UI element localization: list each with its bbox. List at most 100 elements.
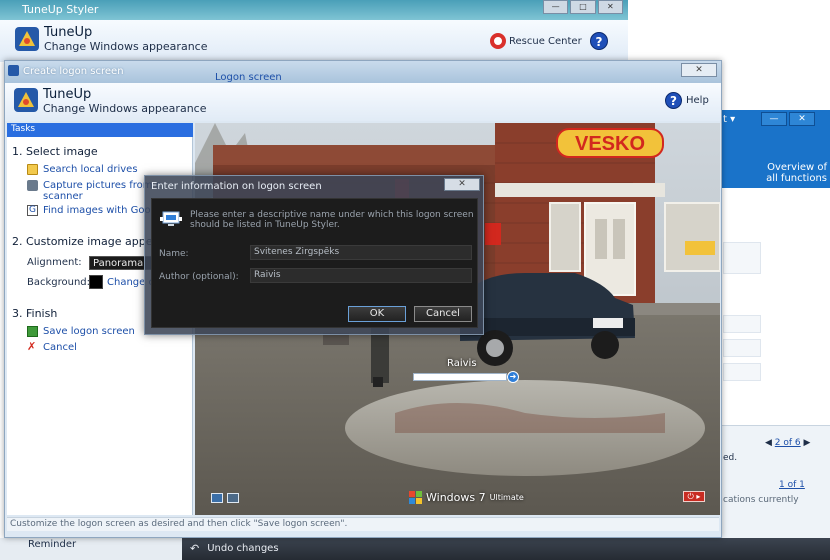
name-label: Name: <box>159 249 189 259</box>
search-local-drives-label: Search local drives <box>43 164 138 175</box>
ok-button[interactable]: OK <box>348 306 406 322</box>
find-images-label: Find images with Goog <box>43 205 157 216</box>
main-header: TuneUp Change Windows appearance ? Help <box>5 83 721 121</box>
dialog-close-button[interactable]: ✕ <box>444 178 480 191</box>
windows-flag-icon <box>409 491 422 504</box>
background-color-swatch[interactable] <box>89 275 103 289</box>
find-images-google-link[interactable]: G Find images with Goog <box>27 205 157 216</box>
right-background-window: t ▾ — ✕ Overview of all functions ◀ 2 of… <box>720 110 830 540</box>
ease-of-access-icon[interactable] <box>211 493 223 503</box>
right-menu-fragment[interactable]: t ▾ <box>723 114 735 125</box>
minimize-button[interactable]: — <box>543 0 569 14</box>
help-label: Help <box>686 95 709 106</box>
dialog-body: Please enter a descriptive name under wh… <box>151 198 478 328</box>
capture-scanner-link[interactable]: Capture pictures from c scanner <box>27 180 161 202</box>
rescue-center-label: Rescue Center <box>509 36 582 47</box>
dialog-message-line2: should be listed in TuneUp Styler. <box>190 220 340 230</box>
section-select-image: 1. Select image <box>12 145 98 158</box>
save-label: Save logon screen <box>43 326 135 337</box>
section-finish: 3. Finish <box>12 307 58 320</box>
pager-2: 1 of 1 <box>779 480 805 490</box>
pager-1-link[interactable]: 2 of 6 <box>775 438 801 448</box>
tasks-header: Tasks <box>7 123 193 137</box>
main-titlebar: Create logon screen <box>5 61 721 83</box>
styler-subtitle: Change Windows appearance <box>44 40 208 53</box>
right-minimize-button[interactable]: — <box>761 112 787 126</box>
google-icon: G <box>27 205 38 216</box>
maximize-button[interactable]: □ <box>570 0 596 14</box>
search-local-drives-link[interactable]: Search local drives <box>27 164 138 175</box>
save-logon-screen-link[interactable]: Save logon screen <box>27 326 135 337</box>
help-button[interactable]: ? Help <box>665 92 709 109</box>
next-arrow-icon[interactable]: ▶ <box>804 438 811 448</box>
alignment-label: Alignment: <box>27 257 82 268</box>
rescue-center-link[interactable]: Rescue Center <box>490 33 582 49</box>
main-close-button[interactable]: ✕ <box>681 63 717 77</box>
save-icon <box>27 326 38 337</box>
logon-info-dialog: Enter information on logon screen ✕ Plea… <box>144 175 484 335</box>
cancel-label: Cancel <box>43 342 77 353</box>
login-arrow-icon[interactable]: ➜ <box>507 371 519 383</box>
main-subtitle: Change Windows appearance <box>43 102 207 115</box>
shutdown-button[interactable]: ⏻ ▸ <box>683 491 705 502</box>
pager-2-link[interactable]: 1 of 1 <box>779 480 805 490</box>
logon-username: Raivis <box>447 358 477 369</box>
camera-icon <box>27 180 38 191</box>
main-title: Create logon screen <box>23 66 124 77</box>
styler-brand: TuneUp <box>44 25 93 40</box>
styler-background-window: TuneUp Styler — □ ✕ TuneUp Change Window… <box>0 0 628 62</box>
folder-icon <box>27 164 38 175</box>
password-field[interactable] <box>413 373 507 381</box>
right-fragment-1: ed. <box>723 453 738 463</box>
help-icon: ? <box>665 92 682 109</box>
windows7-branding: Windows 7 Ultimate <box>409 491 524 504</box>
overview-line2: all functions <box>766 173 827 184</box>
cancel-link[interactable]: ✗ Cancel <box>27 340 77 353</box>
tuneup-logo-icon <box>13 87 39 113</box>
styler-titlebar: TuneUp Styler <box>0 0 628 20</box>
section-customize: 2. Customize image appear <box>12 235 164 248</box>
name-input[interactable]: Svitenes Zirgspēks <box>250 245 472 260</box>
tuneup-logo-icon <box>14 26 40 52</box>
right-fragment-2: cations currently <box>723 495 799 505</box>
lifebuoy-icon <box>490 33 506 49</box>
styler-window-controls: — □ ✕ <box>543 0 623 14</box>
undo-icon: ↶ <box>190 542 200 555</box>
ghost-field <box>723 315 761 333</box>
right-window-controls: — ✕ <box>761 112 815 126</box>
close-button[interactable]: ✕ <box>597 0 623 14</box>
overview-line1: Overview of <box>767 162 827 173</box>
styler-title: TuneUp Styler <box>22 3 99 16</box>
os-edition: Ultimate <box>489 493 524 502</box>
taskbar: ↶ Undo changes <box>182 538 830 560</box>
overview-link[interactable]: Overview of all functions <box>751 162 827 184</box>
background-label: Background: <box>27 277 91 288</box>
cancel-x-icon: ✗ <box>27 340 37 353</box>
vesko-sign-text: VESKO <box>575 133 645 155</box>
dialog-title: Enter information on logon screen <box>151 181 322 192</box>
ghost-field <box>723 339 761 357</box>
keyboard-icon[interactable] <box>227 493 239 503</box>
prev-arrow-icon[interactable]: ◀ <box>765 438 772 448</box>
pager-1: ◀ 2 of 6 ▶ <box>765 438 810 448</box>
dialog-message-line1: Please enter a descriptive name under wh… <box>190 210 474 220</box>
right-lower-panel: ◀ 2 of 6 ▶ ed. 1 of 1 cations currently <box>721 425 830 540</box>
right-window-header: t ▾ — ✕ Overview of all functions <box>721 110 830 188</box>
author-input[interactable]: Raivis <box>250 268 472 283</box>
status-bar: Customize the logon screen as desired an… <box>7 517 719 531</box>
right-close-button[interactable]: ✕ <box>789 112 815 126</box>
monitor-icon <box>160 211 182 227</box>
ghost-field <box>723 363 761 381</box>
undo-changes-button[interactable]: ↶ Undo changes <box>190 542 279 555</box>
dialog-message: Please enter a descriptive name under wh… <box>190 210 474 230</box>
styler-help-icon[interactable]: ? <box>590 32 608 50</box>
window-app-icon <box>8 65 19 76</box>
background-fragment: Logon screen <box>215 72 282 83</box>
taskbar-left-fragment: Reminder <box>0 538 182 560</box>
ghost-panel <box>723 242 761 274</box>
os-label: Windows 7 <box>426 491 486 504</box>
dialog-cancel-button[interactable]: Cancel <box>414 306 472 322</box>
author-label: Author (optional): <box>159 272 239 282</box>
undo-label: Undo changes <box>207 543 279 554</box>
main-brand: TuneUp <box>43 87 92 102</box>
